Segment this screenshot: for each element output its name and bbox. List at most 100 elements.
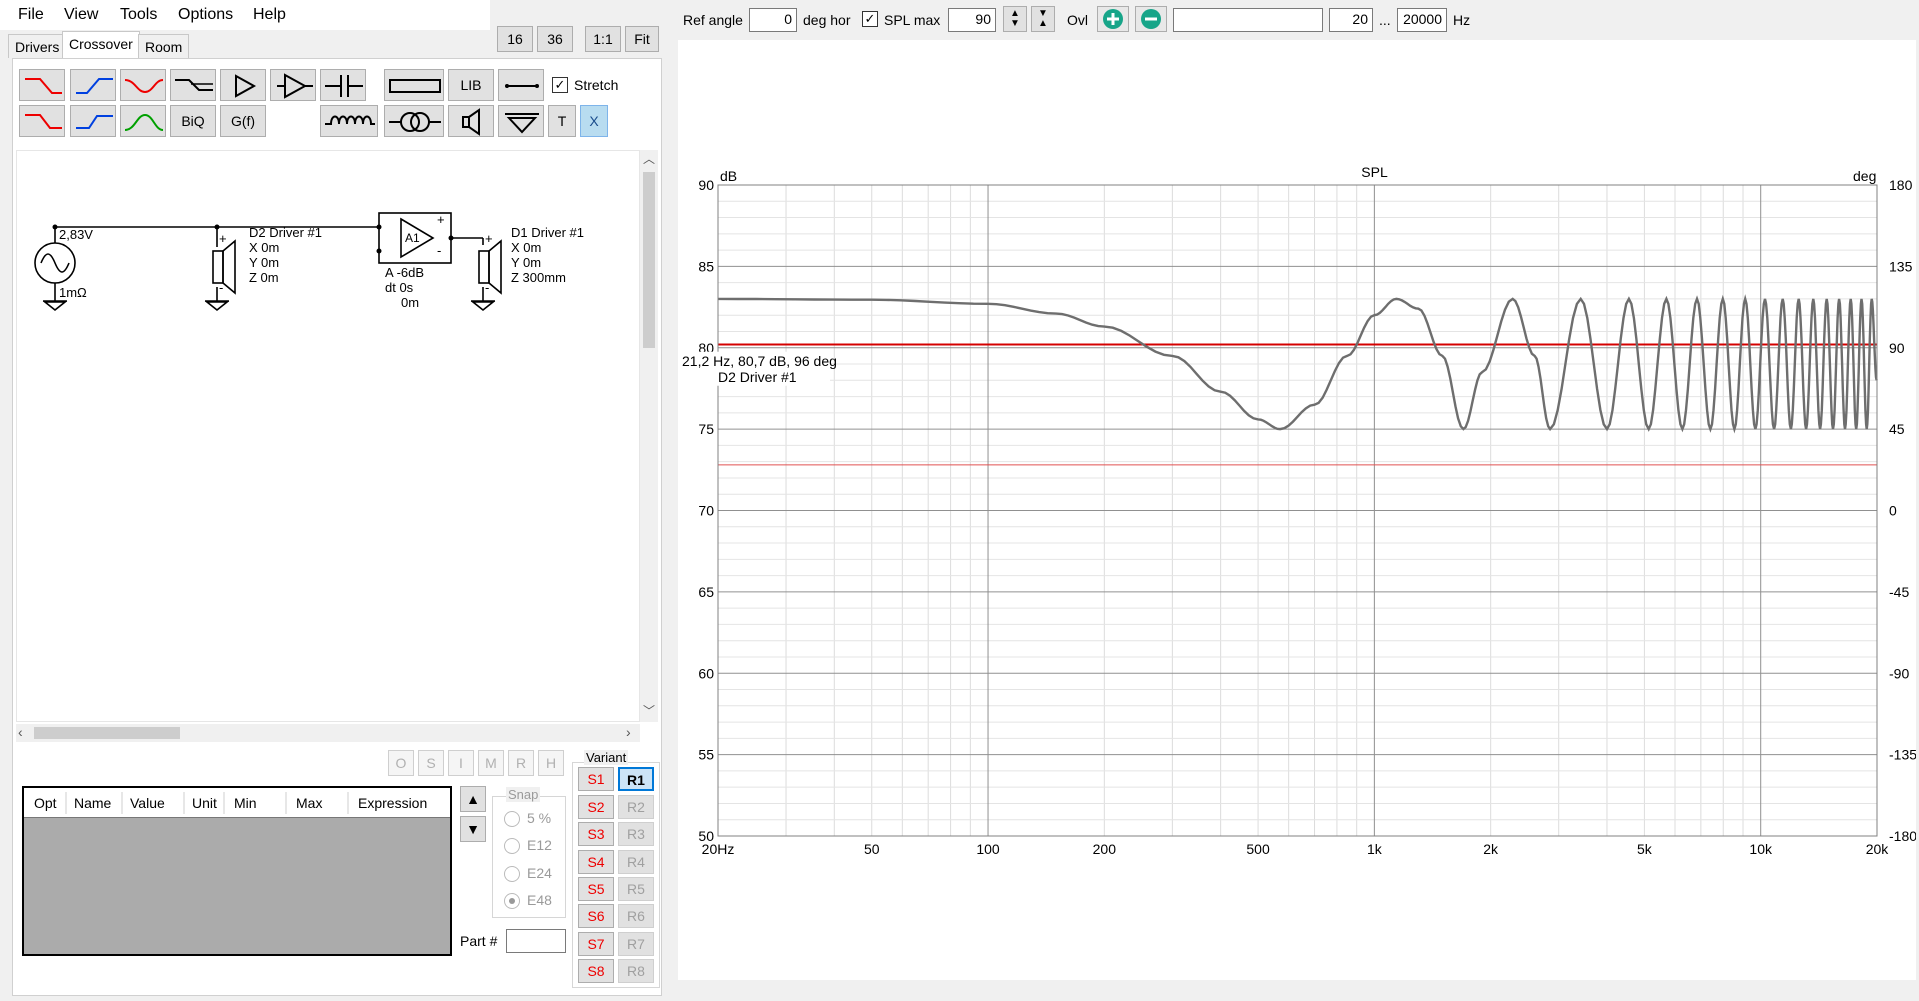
- bandpass-green-tool[interactable]: [120, 105, 166, 137]
- variant-r2-button[interactable]: R2: [618, 795, 654, 819]
- menu-file[interactable]: File: [18, 6, 44, 24]
- y2-axis-label: deg: [1853, 168, 1876, 184]
- variant-r3-button[interactable]: R3: [618, 822, 654, 846]
- variant-s6-button[interactable]: S6: [578, 904, 614, 928]
- snap-radio-e12[interactable]: [504, 838, 520, 854]
- zoom-36-button[interactable]: 36: [537, 26, 573, 52]
- speaker-tool[interactable]: [448, 105, 494, 137]
- wire-tool[interactable]: [498, 69, 544, 101]
- menu-view[interactable]: View: [64, 6, 98, 24]
- op-button-r[interactable]: R: [508, 750, 534, 776]
- overlay-add-button[interactable]: [1097, 6, 1129, 32]
- source-impedance-label: 1mΩ: [59, 285, 87, 300]
- spl-max-checkbox[interactable]: ✓: [862, 11, 878, 27]
- zoom-16-button[interactable]: 16: [497, 26, 533, 52]
- notch-icon: [124, 79, 164, 94]
- menu-tools[interactable]: Tools: [120, 6, 157, 24]
- notch-red-tool[interactable]: [120, 69, 166, 101]
- variant-r6-button[interactable]: R6: [618, 904, 654, 928]
- y2-tick-label: -180: [1889, 828, 1916, 844]
- op-button-o[interactable]: O: [388, 750, 414, 776]
- resistor-tool[interactable]: [384, 69, 444, 101]
- highpass-blue-tool[interactable]: [70, 69, 116, 101]
- variant-r8-button[interactable]: R8: [618, 959, 654, 983]
- freq-max-input[interactable]: 20000: [1397, 8, 1447, 32]
- d1-driver-name[interactable]: D1 Driver #1: [511, 225, 584, 240]
- snap-radio-5pct[interactable]: [504, 811, 520, 827]
- gf-tool[interactable]: G(f): [220, 105, 266, 137]
- buffer-triangle-icon: [235, 74, 257, 98]
- amplifier-tool[interactable]: [270, 69, 316, 101]
- shelf-icon: [175, 79, 213, 91]
- zoom-fit-button[interactable]: Fit: [625, 26, 659, 52]
- tab-drivers[interactable]: Drivers: [8, 34, 67, 58]
- hscroll-thumb[interactable]: [34, 727, 180, 739]
- spl-chart[interactable]: 20Hz 50 100 200 500 1k 2k 5k 10k 20k5055606570758…: [678, 40, 1917, 980]
- lowpass2-red-tool[interactable]: [19, 105, 65, 137]
- inductor-tool[interactable]: [320, 105, 378, 137]
- schematic-hscrollbar[interactable]: ‹ ›: [16, 724, 640, 742]
- part-number-input[interactable]: [506, 929, 566, 953]
- text-tool[interactable]: T: [548, 105, 576, 137]
- ground-tool[interactable]: [498, 105, 544, 137]
- variant-s8-button[interactable]: S8: [578, 959, 614, 983]
- buffer-tool[interactable]: [220, 69, 266, 101]
- ref-angle-input[interactable]: 0: [749, 8, 797, 32]
- source-voltage-label: 2,83V: [59, 227, 93, 242]
- hz-label: Hz: [1453, 12, 1471, 28]
- transformer-tool[interactable]: [384, 105, 444, 137]
- tab-crossover[interactable]: Crossover: [62, 31, 140, 59]
- library-tool[interactable]: LIB: [448, 69, 494, 101]
- scroll-down-arrow-icon[interactable]: ﹀: [643, 702, 655, 719]
- highpass2-blue-tool[interactable]: [70, 105, 116, 137]
- op-button-i[interactable]: I: [448, 750, 474, 776]
- variant-r4-button[interactable]: R4: [618, 850, 654, 874]
- snap-radio-e24[interactable]: [504, 866, 520, 882]
- variant-r7-button[interactable]: R7: [618, 932, 654, 956]
- schematic-vscrollbar[interactable]: ︿ ﹀: [640, 150, 658, 722]
- spl-max-range-button[interactable]: ▼ ▲: [1031, 6, 1055, 32]
- op-button-m[interactable]: M: [478, 750, 504, 776]
- delete-tool[interactable]: X: [580, 105, 608, 137]
- variant-s2-button[interactable]: S2: [578, 795, 614, 819]
- tab-room[interactable]: Room: [138, 34, 190, 58]
- biquad-tool[interactable]: BiQ: [170, 105, 216, 137]
- scroll-right-arrow-icon[interactable]: ›: [626, 724, 631, 740]
- range-separator: ...: [1379, 12, 1391, 28]
- shelf-tool[interactable]: [170, 69, 216, 101]
- overlay-name-input[interactable]: [1173, 8, 1323, 32]
- lowpass-red-tool[interactable]: [19, 69, 65, 101]
- spl-max-spinner[interactable]: ▲ ▼: [1003, 6, 1027, 32]
- variant-r5-button[interactable]: R5: [618, 877, 654, 901]
- zoom-1to1-button[interactable]: 1:1: [585, 26, 621, 52]
- parameter-table[interactable]: Opt Name Value Unit Min Max Expression: [22, 786, 452, 956]
- spl-max-input[interactable]: 90: [948, 8, 996, 32]
- menu-help[interactable]: Help: [253, 6, 286, 24]
- op-button-h[interactable]: H: [538, 750, 564, 776]
- schematic-canvas[interactable]: + - + - + - 2,83V 1mΩ D2 Driver #1 X 0m …: [16, 150, 640, 722]
- op-button-s[interactable]: S: [418, 750, 444, 776]
- menu-options[interactable]: Options: [178, 6, 233, 24]
- stretch-checkbox[interactable]: ✓: [552, 77, 568, 93]
- scroll-left-arrow-icon[interactable]: ‹: [18, 724, 23, 740]
- up-arrow-icon: ▲: [466, 791, 480, 807]
- scroll-up-arrow-icon[interactable]: ︿: [643, 150, 655, 167]
- move-down-button[interactable]: ▼: [460, 816, 486, 842]
- capacitor-tool[interactable]: [320, 69, 366, 101]
- variant-s7-button[interactable]: S7: [578, 932, 614, 956]
- d1-y-pos: Y 0m: [511, 255, 542, 270]
- freq-min-input[interactable]: 20: [1329, 8, 1373, 32]
- variant-s1-button[interactable]: S1: [578, 767, 614, 791]
- variant-r1-button[interactable]: R1: [618, 767, 654, 791]
- variant-s4-button[interactable]: S4: [578, 850, 614, 874]
- overlay-remove-button[interactable]: [1135, 6, 1167, 32]
- snap-radio-e48[interactable]: [504, 893, 520, 909]
- spl-graph-panel[interactable]: 20Hz 50 100 200 500 1k 2k 5k 10k 20k 50 55 60 65 70 75 8…: [678, 40, 1917, 980]
- move-up-button[interactable]: ▲: [460, 786, 486, 812]
- vscroll-thumb[interactable]: [643, 172, 655, 348]
- down-arrow-icon: ▼: [466, 821, 480, 837]
- variant-s5-button[interactable]: S5: [578, 877, 614, 901]
- cursor-readout: 21,2 Hz, 80,7 dB, 96 deg: [682, 353, 837, 369]
- d2-driver-name[interactable]: D2 Driver #1: [249, 225, 322, 240]
- variant-s3-button[interactable]: S3: [578, 822, 614, 846]
